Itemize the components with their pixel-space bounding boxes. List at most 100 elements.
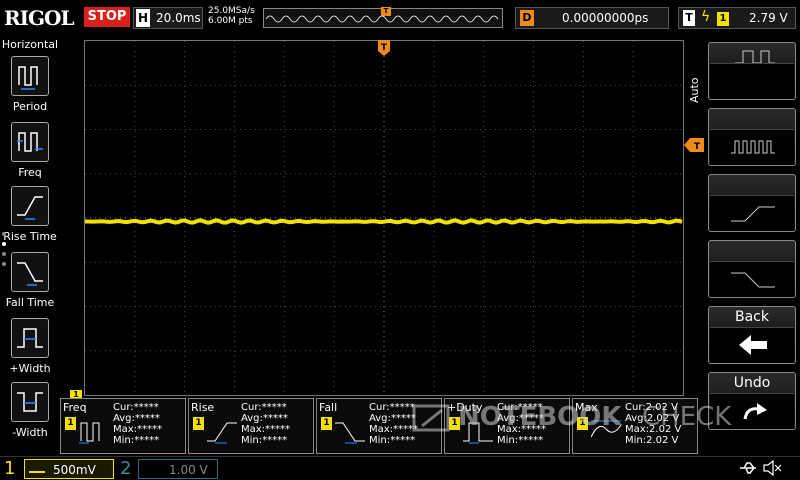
measure-period[interactable]: Period: [0, 56, 60, 120]
trigger-level-marker[interactable]: T: [684, 138, 704, 152]
measure-rise-time-label: Rise Time: [3, 230, 57, 243]
pos-width-icon: [11, 318, 49, 358]
rising-edge-icon: ϟ: [701, 9, 711, 25]
measure-fall-time-label: Fall Time: [5, 296, 55, 309]
delay-tag: D: [520, 10, 534, 26]
pulse-train-button[interactable]: [708, 108, 796, 166]
system-status-icons: [700, 459, 800, 479]
pulse-train-icon: [731, 140, 775, 154]
stat-max: Max:*****: [241, 424, 291, 435]
measurement-name: Rise: [191, 401, 215, 414]
dc-coupling-icon: [29, 463, 45, 473]
stat-min: Min:*****: [113, 435, 160, 446]
watermark-suffix: CHECK: [642, 402, 732, 432]
notebookcheck-watermark: NOTEBOOK CHECK: [412, 398, 792, 438]
trigger-position-marker[interactable]: T: [378, 40, 390, 56]
measurement-channel: 1: [65, 417, 76, 430]
auto-measure-menu: Auto Back Undo: [688, 40, 800, 456]
menu-title: Horizontal: [1, 38, 59, 51]
measurement-name: Freq: [63, 401, 87, 414]
stat-cur: Cur:*****: [241, 402, 287, 413]
period-icon: [11, 56, 49, 96]
measure-period-label: Period: [12, 100, 48, 113]
memory-waveform-thumbnail: [266, 15, 499, 23]
graticule: [85, 41, 683, 395]
measurement-name: Fall: [319, 401, 338, 414]
back-button-label: Back: [735, 309, 769, 325]
measure-neg-width-label: -Width: [12, 426, 48, 439]
falling-edge-button[interactable]: [708, 240, 796, 298]
stat-avg: Avg:*****: [369, 413, 416, 424]
measure-fall-time[interactable]: Fall Time: [0, 252, 60, 316]
trigger-status[interactable]: T ϟ 1 2.79 V: [678, 7, 796, 29]
channel-1-scale-value: 500mV: [53, 463, 96, 477]
freq-icon: [11, 122, 49, 162]
channel-1-scale[interactable]: 500mV: [24, 459, 114, 479]
measurement-stats: Cur:***** Avg:***** Max:***** Min:*****: [369, 402, 418, 446]
measure-rise-time[interactable]: Rise Time: [0, 186, 60, 250]
usb-icon[interactable]: [738, 459, 758, 477]
channel-2-number[interactable]: 2: [120, 458, 131, 479]
falling-edge-icon: [731, 272, 775, 288]
measurement-freq[interactable]: Freq 1 Cur:***** Avg:***** Max:***** Min…: [60, 398, 186, 454]
horizontal-timebase[interactable]: H 20.0ms: [133, 7, 203, 29]
single-pulse-button[interactable]: [708, 42, 796, 100]
channel-2-scale[interactable]: 1.00 V: [138, 459, 218, 479]
stat-cur: Cur:*****: [369, 402, 415, 413]
timebase-value: 20.0ms: [156, 11, 201, 25]
measure-freq[interactable]: Freq: [0, 122, 60, 186]
freq-icon: [79, 422, 100, 444]
undo-button-label: Undo: [733, 375, 771, 391]
waveform-grid[interactable]: [84, 40, 684, 396]
measurement-rise[interactable]: Rise 1 Cur:***** Avg:***** Max:***** Min…: [188, 398, 314, 454]
left-arrow-icon: [739, 335, 767, 355]
back-button[interactable]: Back: [708, 306, 796, 364]
stat-max: Max:*****: [369, 424, 419, 435]
stat-cur: Cur:*****: [113, 402, 159, 413]
rise-time-icon: [207, 422, 237, 444]
memory-overview-bar[interactable]: T: [263, 7, 503, 28]
trigger-tag: T: [683, 10, 695, 26]
timebase-tag: H: [136, 9, 150, 27]
measurement-stats: Cur:***** Avg:***** Max:***** Min:*****: [241, 402, 290, 446]
sample-info: 25.0MSa/s 6.00M pts: [208, 6, 255, 26]
fall-time-icon: [11, 252, 49, 292]
measure-freq-label: Freq: [18, 166, 42, 179]
measurement-stats: Cur:***** Avg:***** Max:***** Min:*****: [113, 402, 162, 446]
memory-depth: 6.00M pts: [208, 16, 253, 26]
measure-neg-width[interactable]: -Width: [0, 382, 60, 446]
horizontal-measure-menu: Horizontal Period Freq Rise Time Fall Ti…: [0, 36, 60, 456]
measure-pos-width[interactable]: +Width: [0, 318, 60, 382]
rigol-logo: RIGOL: [4, 6, 75, 30]
sample-rate: 25.0MSa/s: [208, 6, 255, 16]
measurement-channel: 1: [321, 417, 332, 430]
channel-2-scale-value: 1.00 V: [169, 463, 208, 477]
stat-min: Min:*****: [369, 435, 416, 446]
speaker-mute-icon[interactable]: [762, 459, 782, 477]
trigger-level: 2.79 V: [749, 11, 788, 25]
stat-max: Max:*****: [113, 424, 163, 435]
watermark-brand: NOTEBOOK: [458, 402, 622, 432]
rising-edge-button[interactable]: [708, 174, 796, 232]
stat-avg: Avg:*****: [113, 413, 160, 424]
bottom-channel-bar: 1 500mV 2 1.00 V: [0, 456, 800, 480]
notebookcheck-logo-icon: [412, 404, 450, 432]
run-stop-indicator[interactable]: STOP: [84, 7, 130, 27]
measure-pos-width-label: +Width: [9, 362, 51, 375]
menu-page-indicator: [2, 232, 8, 272]
measurement-channel: 1: [193, 417, 204, 430]
stat-min: Min:*****: [241, 435, 288, 446]
neg-width-icon: [11, 382, 49, 422]
top-status-bar: RIGOL STOP H 20.0ms 25.0MSa/s 6.00M pts …: [0, 0, 800, 36]
horizontal-delay[interactable]: D 0.00000000ps: [515, 7, 669, 29]
rising-edge-icon: [731, 206, 775, 222]
trigger-source: 1: [717, 12, 729, 26]
stat-avg: Avg:*****: [241, 413, 288, 424]
channel-1-trace: [85, 218, 683, 225]
trigger-level-marker-label: T: [694, 142, 701, 152]
delay-value: 0.00000000ps: [562, 11, 649, 25]
rise-time-icon: [11, 186, 49, 226]
trigger-position-marker-label: T: [381, 43, 388, 53]
channel-1-number[interactable]: 1: [4, 458, 15, 479]
fall-time-icon: [335, 422, 365, 444]
